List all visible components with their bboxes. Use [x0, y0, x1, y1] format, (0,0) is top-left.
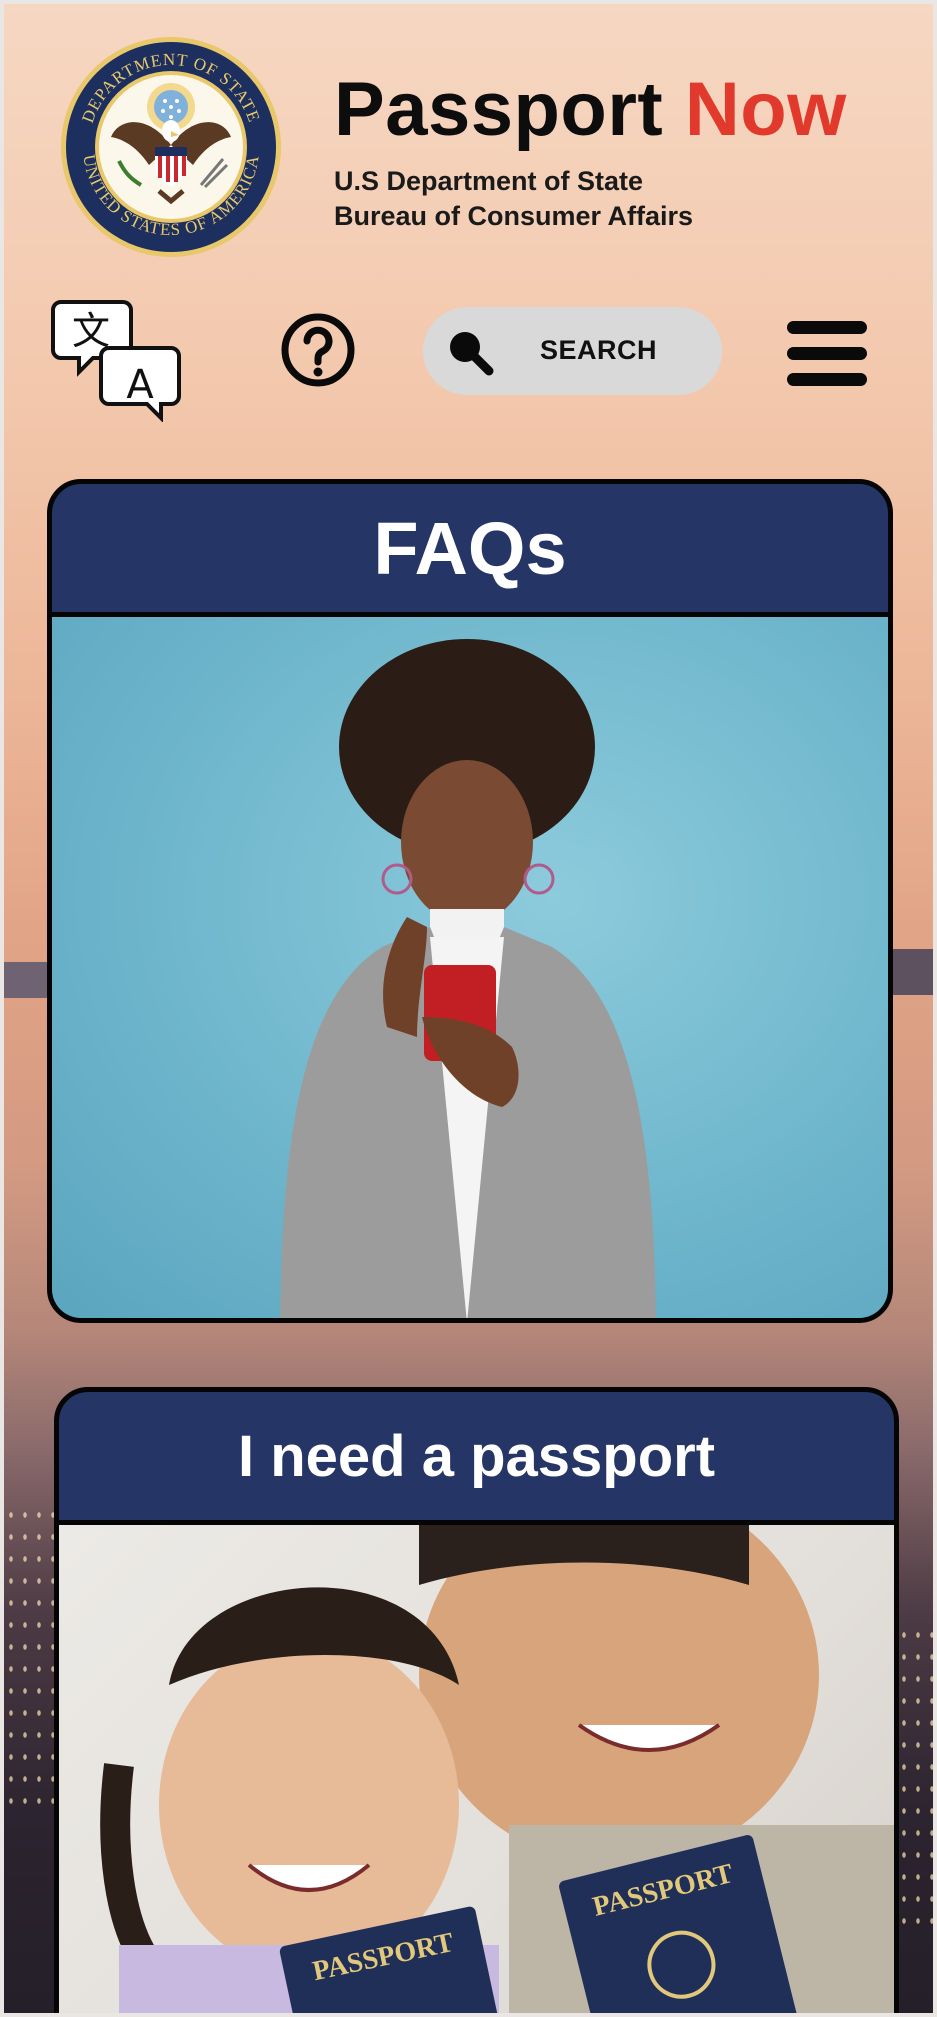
app-title-accent: Now — [684, 67, 847, 152]
department-of-state-seal-logo: DEPARTMENT OF STATE UNITED STATES OF AME… — [61, 37, 281, 257]
brand-block: Passport Now U.S Department of State Bur… — [334, 66, 847, 234]
translate-glyph-chinese: 文 — [72, 309, 110, 353]
app-screen: DEPARTMENT OF STATE UNITED STATES OF AME… — [4, 4, 933, 2013]
department-name: U.S Department of State — [334, 166, 644, 196]
need-passport-card-title: I need a passport — [59, 1392, 894, 1525]
need-passport-card[interactable]: I need a passport PASSPORT PASSPORT — [54, 1387, 899, 2013]
family-with-passports-illustration: PASSPORT PASSPORT — [100, 1525, 894, 2013]
translate-glyph-latin: A — [126, 362, 154, 408]
language-button[interactable]: 文 A — [51, 298, 191, 423]
help-button[interactable] — [280, 312, 356, 388]
faqs-card-image — [52, 617, 888, 1318]
translate-icon: 文 A — [51, 300, 181, 423]
need-passport-card-image: PASSPORT PASSPORT — [59, 1525, 894, 2013]
app-title: Passport Now — [334, 66, 847, 154]
search-label: SEARCH — [540, 335, 658, 365]
background-plane-wing-left — [4, 962, 52, 998]
magnifier-icon — [450, 332, 494, 376]
hamburger-menu-icon — [787, 321, 867, 386]
woman-with-phone-illustration — [280, 639, 656, 1318]
app-subtitle: U.S Department of State Bureau of Consum… — [334, 164, 847, 234]
app-title-main: Passport — [334, 67, 664, 152]
search-button[interactable]: SEARCH — [423, 307, 722, 395]
faqs-card-title: FAQs — [52, 484, 888, 617]
hamburger-menu-button[interactable] — [787, 321, 867, 387]
bureau-name: Bureau of Consumer Affairs — [334, 201, 694, 231]
faqs-card[interactable]: FAQs — [47, 479, 893, 1323]
question-circle-icon — [281, 313, 355, 387]
